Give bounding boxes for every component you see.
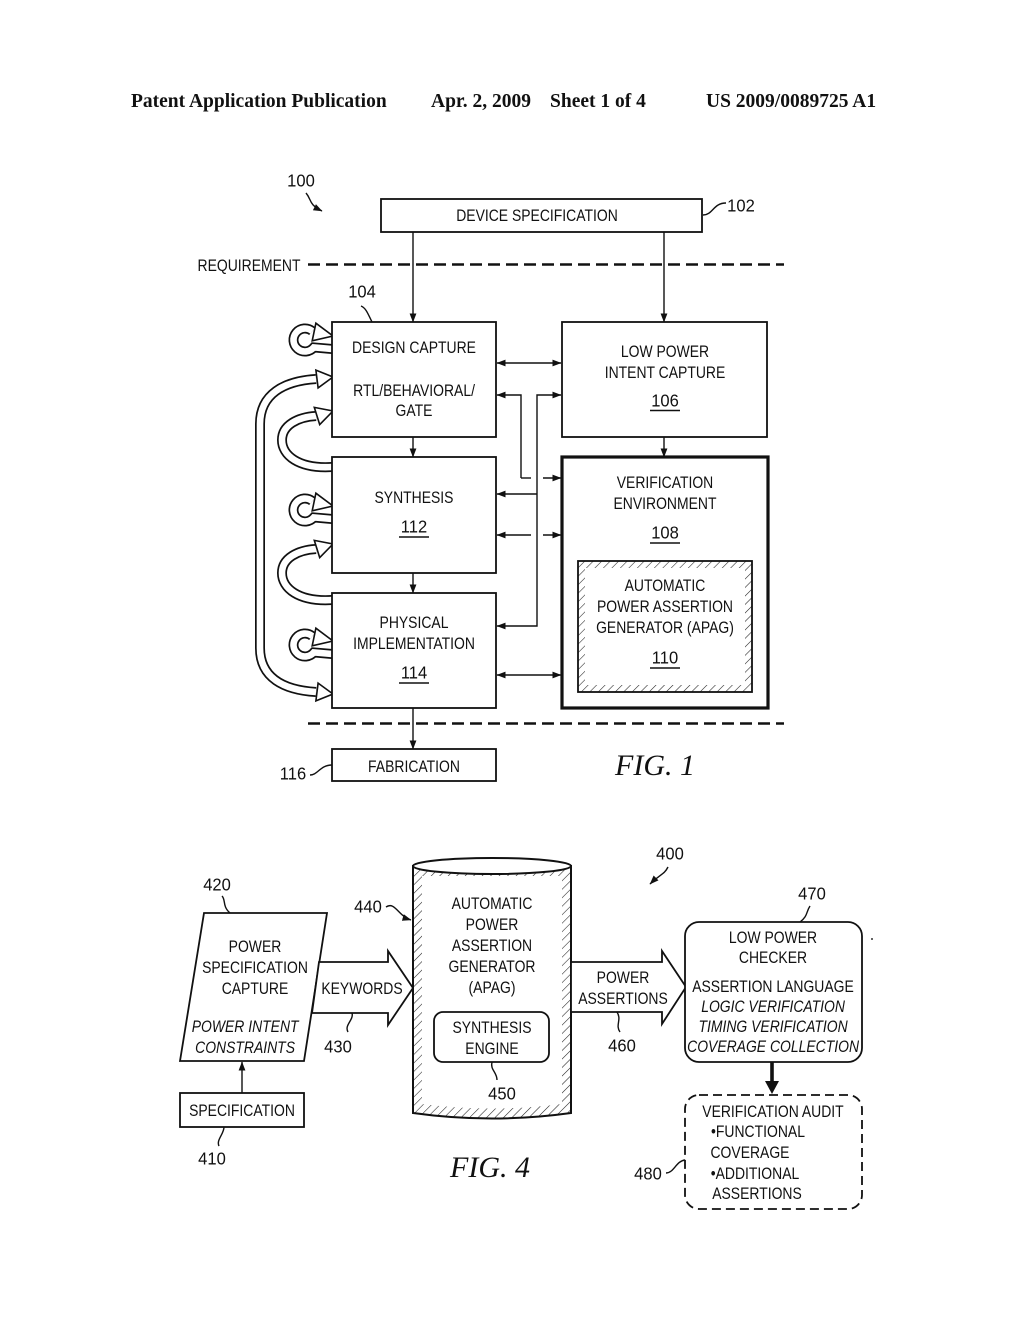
low-power-line-1: LOW POWER [621,343,709,361]
ref-102: 102 [727,195,755,216]
audit-line-4: ASSERTIONS [712,1185,802,1203]
ref-450: 450 [488,1083,516,1104]
sheet-number: Sheet 1 of 4 [550,91,646,112]
psc-italic-line-1: POWER INTENT [192,1018,300,1036]
power-assertions-block-arrow [570,948,688,1028]
ref-116-leader [309,764,333,776]
ref-480: 480 [634,1163,662,1184]
ref-420-leader [221,895,231,914]
fig4-apag-line-4: GENERATOR [449,958,536,976]
inter-column-connectors [496,359,562,679]
audit-line-1: •FUNCTIONAL [711,1123,805,1141]
ref-106: 106 [651,390,679,411]
ref-104: 104 [348,281,376,302]
design-capture-line-2: RTL/BEHAVIORAL/ [353,382,476,400]
synthesis-engine-line-1: SYNTHESIS [453,1019,532,1037]
keywords-label: KEYWORDS [321,980,402,998]
fig4-ref-label: 400 [656,843,684,864]
synthesis-label: SYNTHESIS [375,489,454,507]
ref-440-leader-arrow [385,904,412,921]
figure-1: 100 DEVICE SPECIFICATION 102 REQUIREMENT… [198,170,784,784]
connector-low-power-physical [496,391,562,630]
audit-line-3: •ADDITIONAL [711,1165,800,1183]
apag-line-3: GENERATOR (APAG) [596,619,734,637]
ref-460-leader [616,1011,621,1033]
lpc-italic-line-2: TIMING VERIFICATION [699,1018,849,1036]
fig4-ref-leader-arrow [649,866,669,885]
apag-line-1: AUTOMATIC [625,577,706,595]
fig4-apag-line-3: ASSERTION [452,937,532,955]
physical-self-loop-arrow [293,628,333,656]
physical-line-1: PHYSICAL [380,614,449,632]
psc-italic-line-2: CONSTRAINTS [195,1039,296,1057]
ref-108: 108 [651,522,679,543]
page-header: Patent Application Publication Apr. 2, 2… [131,91,876,112]
ref-410: 410 [198,1148,226,1169]
stray-dot [871,938,873,940]
power-assertions-line-1: POWER [597,969,650,987]
fig4-apag-line-5: (APAG) [469,979,516,997]
verification-env-line-1: VERIFICATION [617,474,714,492]
design-capture-self-loop-arrow [293,323,333,351]
lpc-italic-line-1: LOGIC VERIFICATION [701,998,846,1016]
ref-102-leader [702,202,727,216]
ref-430: 430 [324,1036,352,1057]
ref-110: 110 [652,647,678,668]
physical-to-synthesis-loop-arrow [282,540,333,600]
publication-date: Apr. 2, 2009 [431,91,531,112]
publication-number: US 2009/0089725 A1 [706,91,876,112]
specification-label: SPECIFICATION [189,1102,295,1120]
ref-470: 470 [798,883,826,904]
ref-480-leader [665,1159,686,1174]
verification-env-line-2: ENVIRONMENT [614,495,717,513]
cylinder-top [412,857,572,875]
psc-line-3: CAPTURE [222,980,289,998]
fig4-caption: FIG. 4 [449,1151,530,1184]
ref-410-leader [217,1126,225,1147]
audit-line-2: COVERAGE [711,1144,790,1162]
publication-type: Patent Application Publication [131,91,387,112]
lpc-line-2: CHECKER [739,949,807,967]
ref-114: 114 [401,662,428,683]
fig4-apag-line-1: AUTOMATIC [452,895,533,913]
design-capture-line-3: GATE [396,402,433,420]
low-power-line-2: INTENT CAPTURE [605,364,726,382]
connector-verification-to-design [496,391,522,478]
ref-420: 420 [203,874,231,895]
design-capture-line-1: DESIGN CAPTURE [352,339,476,357]
apag-line-2: POWER ASSERTION [597,598,733,616]
patent-drawing-sheet: Patent Application Publication Apr. 2, 2… [131,91,876,1210]
fig1-ref-label: 100 [287,170,315,191]
ref-430-leader [346,1012,353,1033]
verification-audit-title: VERIFICATION AUDIT [702,1103,843,1121]
psc-line-2: SPECIFICATION [202,959,308,977]
fabrication-label: FABRICATION [368,758,460,776]
physical-line-2: IMPLEMENTATION [353,635,475,653]
fig1-caption: FIG. 1 [614,749,695,782]
device-specification-label: DEVICE SPECIFICATION [456,207,618,225]
ref-440: 440 [354,896,382,917]
requirement-label: REQUIREMENT [198,257,301,275]
psc-line-1: POWER [229,938,282,956]
ref-112: 112 [401,516,427,537]
ref-460: 460 [608,1035,636,1056]
fig4-apag-line-2: POWER [466,916,519,934]
synthesis-to-design-capture-loop-arrow [282,407,333,467]
lpc-subtitle: ASSERTION LANGUAGE [692,978,854,996]
synthesis-engine-line-2: ENGINE [465,1040,518,1058]
lpc-line-1: LOW POWER [729,929,817,947]
ref-104-leader [360,305,373,323]
lpc-italic-line-3: COVERAGE COLLECTION [687,1038,860,1056]
fig1-ref-leader-arrow [305,192,323,212]
ref-470-leader [799,905,811,923]
figure-4: 400 420 POWER SPECIFICATION CAPTURE POWE… [178,843,873,1210]
power-assertions-line-2: ASSERTIONS [578,990,668,1008]
synthesis-self-loop-arrow [293,493,333,521]
arrow-checker-to-audit [765,1062,779,1094]
ref-116: 116 [280,763,306,784]
